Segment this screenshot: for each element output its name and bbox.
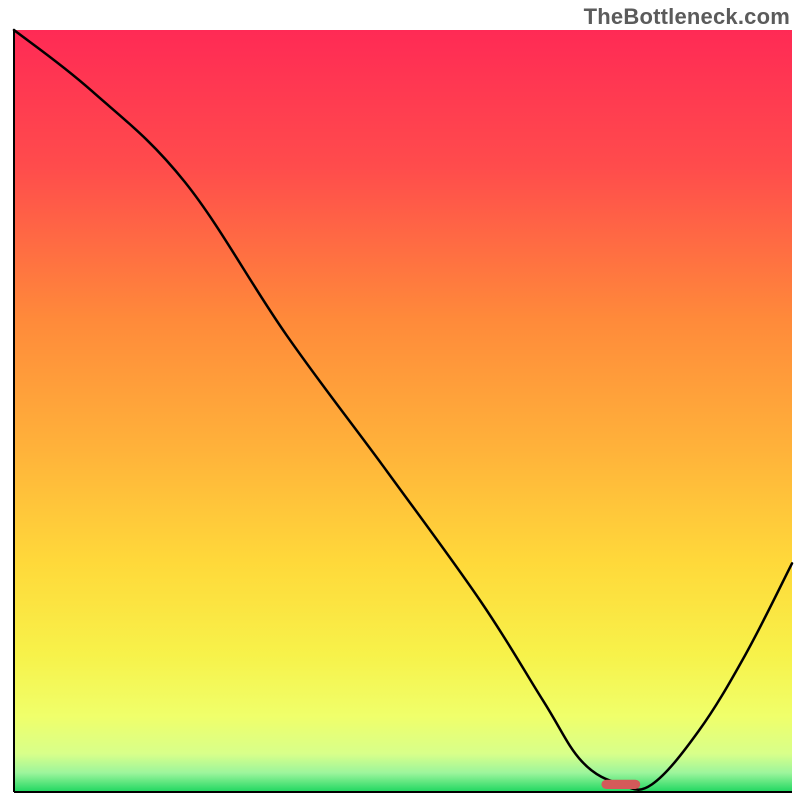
chart-stage: TheBottleneck.com: [0, 0, 800, 800]
watermark-text: TheBottleneck.com: [584, 4, 790, 30]
bottleneck-chart: [0, 0, 800, 800]
plot-background: [14, 30, 792, 792]
optimal-marker: [601, 780, 640, 789]
